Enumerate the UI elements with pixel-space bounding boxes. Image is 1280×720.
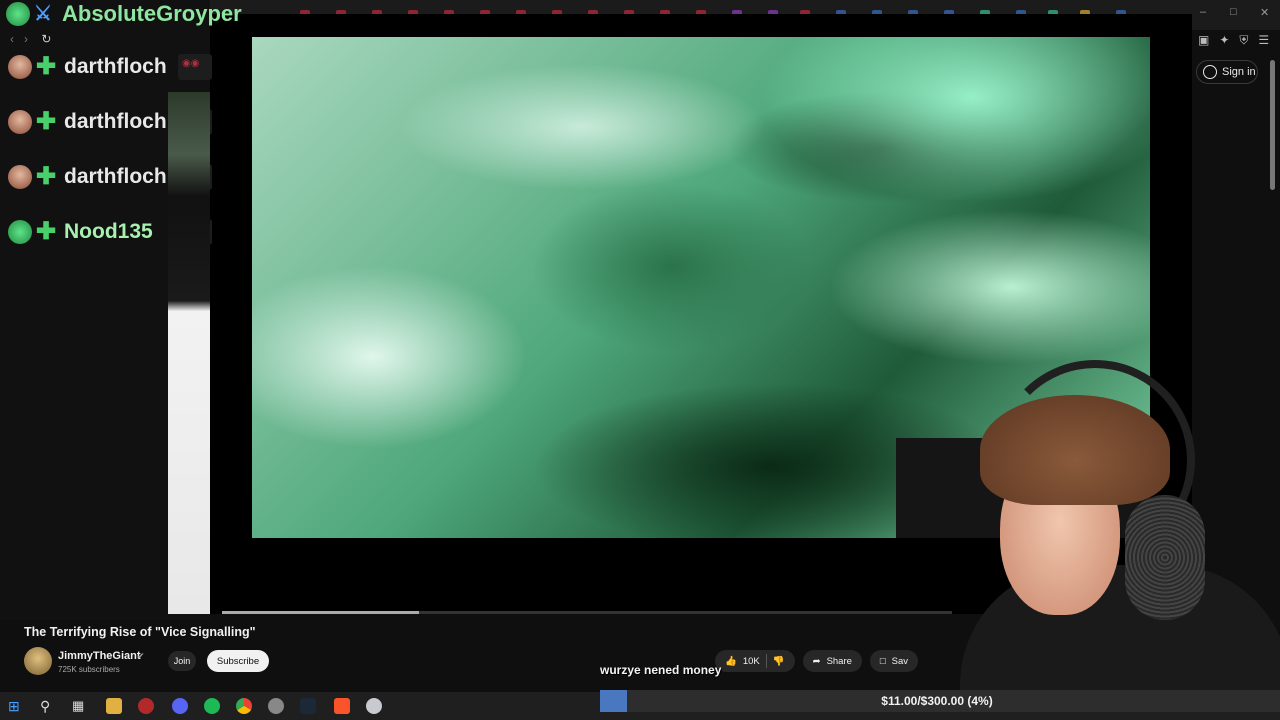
save-label: Sav (891, 655, 909, 667)
back-icon[interactable]: ‹ (10, 32, 14, 46)
donation-goal-text: $11.00/$300.00 (4%) (881, 694, 993, 708)
plus-badge-icon: ✚ (36, 218, 57, 245)
browser-nav: ‹ › ↻ (10, 32, 51, 46)
chat-username: darthfloch (64, 110, 167, 133)
chat-message: ✚ darthfloch (8, 160, 167, 194)
account-icon (1203, 65, 1217, 79)
close-icon[interactable]: ✕ (1260, 6, 1269, 19)
chat-username: darthfloch (64, 55, 167, 78)
user-avatar (8, 110, 32, 134)
app-icon[interactable] (268, 698, 284, 714)
chat-username: darthfloch (64, 165, 167, 188)
discord-icon[interactable] (172, 698, 188, 714)
like-icon[interactable]: 👍 (725, 656, 737, 667)
save-button[interactable]: □ Sav (869, 650, 919, 672)
chat-username: AbsoluteGroyper (62, 1, 242, 26)
share-icon: ➦ (812, 655, 821, 667)
channel-name[interactable]: JimmyTheGiant (58, 650, 141, 662)
plus-badge-icon: ✚ (36, 108, 57, 135)
chat-message: ✚ darthfloch (8, 50, 167, 84)
emote-icon (178, 54, 212, 80)
dislike-icon[interactable]: 👎 (773, 656, 785, 667)
windows-icon[interactable]: ⊞ (8, 698, 24, 714)
app-icon[interactable] (366, 698, 382, 714)
like-dislike-group: 👍 10K 👎 (715, 650, 795, 672)
subscriber-count: 725K subscribers (58, 665, 120, 674)
sign-in-button[interactable]: Sign in (1196, 60, 1258, 84)
bookmark-icon: □ (879, 655, 886, 667)
brave-icon[interactable] (334, 698, 350, 714)
obs-icon[interactable] (138, 698, 154, 714)
like-count[interactable]: 10K (743, 656, 760, 667)
spotify-icon[interactable] (204, 698, 220, 714)
share-label: Share (826, 655, 852, 667)
forward-icon[interactable]: › (24, 32, 28, 46)
plus-badge-icon: ✚ (36, 163, 57, 190)
sword-icon: ⚔ (34, 3, 52, 25)
chat-username: Nood135 (64, 220, 153, 243)
video-actions: 👍 10K 👎 ➦ Share □ Sav (715, 650, 926, 672)
extension-icon[interactable]: ✦ (1219, 33, 1229, 48)
chat-message: ✚ darthfloch (8, 105, 167, 139)
shield-icon[interactable]: ⛨ (1239, 33, 1248, 48)
sign-in-label: Sign in (1222, 66, 1256, 78)
user-avatar (8, 55, 32, 79)
video-progress-bar[interactable] (222, 611, 952, 614)
menu-icon[interactable]: ☰ (1258, 33, 1269, 48)
chat-header: ⚔ AbsoluteGroyper (6, 0, 242, 31)
minimize-icon[interactable]: – (1200, 6, 1206, 18)
reload-icon[interactable]: ↻ (41, 32, 51, 46)
maximize-icon[interactable]: □ (1230, 6, 1237, 18)
webcam-shirt (960, 565, 1280, 690)
join-button[interactable]: Join (168, 651, 196, 671)
task-view-icon[interactable]: ▦ (72, 698, 88, 714)
user-avatar (6, 2, 30, 26)
subscribe-button[interactable]: Subscribe (207, 650, 269, 672)
scrollbar[interactable] (1270, 60, 1275, 190)
video-title: The Terrifying Rise of "Vice Signalling" (24, 625, 256, 639)
divider (765, 654, 767, 668)
chrome-icon[interactable] (236, 698, 252, 714)
donation-goal-bar: $11.00/$300.00 (4%) (600, 690, 1280, 712)
browser-toolbar-icons: ▣ ✦ ⛨ ☰ (1198, 33, 1269, 48)
user-avatar (8, 165, 32, 189)
search-icon[interactable]: ⚲ (40, 698, 56, 714)
verified-icon: ✔ (137, 651, 145, 661)
steam-icon[interactable] (300, 698, 316, 714)
headphones-earcup (1125, 495, 1205, 620)
side-video-strip (168, 92, 210, 614)
folder-icon[interactable] (106, 698, 122, 714)
share-button[interactable]: ➦ Share (802, 650, 862, 672)
channel-avatar[interactable] (24, 647, 52, 675)
chat-message: ✚ Nood135 (8, 215, 153, 249)
streamer-webcam (940, 355, 1280, 690)
caption-text: wurzye nened money (600, 663, 722, 677)
user-avatar (8, 220, 32, 244)
plus-badge-icon: ✚ (36, 53, 57, 80)
video-progress-played (222, 611, 420, 614)
tab-icon[interactable]: ▣ (1198, 33, 1209, 48)
